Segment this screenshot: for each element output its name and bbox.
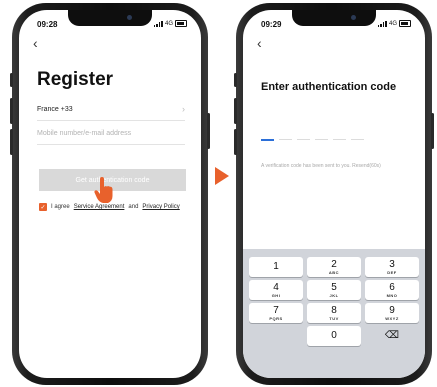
privacy-policy-link[interactable]: Privacy Policy xyxy=(142,204,179,210)
key-6[interactable]: 6 MNO xyxy=(365,280,419,300)
network-label: 4G xyxy=(164,20,173,27)
back-button[interactable]: ‹ xyxy=(33,36,38,50)
country-selector[interactable]: France +33 › xyxy=(37,104,185,121)
key-5[interactable]: 5 JKL xyxy=(307,280,361,300)
mute-switch xyxy=(234,73,237,87)
signal-icon xyxy=(377,20,387,27)
code-digit-slot xyxy=(351,139,364,140)
play-arrow-icon xyxy=(215,167,229,185)
page-title: Enter authentication code xyxy=(261,81,397,93)
key-9[interactable]: 9 WXYZ xyxy=(365,303,419,323)
status-indicators: 4G xyxy=(153,20,187,27)
signal-icon xyxy=(153,20,163,27)
phone-email-input[interactable]: Mobile number/e-mail address xyxy=(37,130,185,145)
code-input[interactable] xyxy=(261,139,364,141)
key-0[interactable]: 0 xyxy=(307,326,361,346)
code-digit-slot xyxy=(315,139,328,140)
key-8[interactable]: 8 TUV xyxy=(307,303,361,323)
battery-icon xyxy=(175,20,187,27)
mute-switch xyxy=(10,73,13,87)
page-title: Register xyxy=(37,69,114,90)
key-3[interactable]: 3 DEF xyxy=(365,257,419,277)
code-digit-slot xyxy=(279,139,292,140)
notch xyxy=(68,10,152,26)
camera-icon xyxy=(127,15,132,20)
auth-screen: 09:29 4G ‹ Enter authentication code A v… xyxy=(243,10,425,378)
phone-frame-auth: 09:29 4G ‹ Enter authentication code A v… xyxy=(234,3,434,385)
key-blank xyxy=(249,326,303,346)
key-2[interactable]: 2 ABC xyxy=(307,257,361,277)
code-digit-slot xyxy=(261,139,274,141)
agree-and: and xyxy=(128,204,139,210)
key-7[interactable]: 7 PQRS xyxy=(249,303,303,323)
register-screen: 09:28 4G ‹ Register France +33 › Mobile … xyxy=(19,10,201,378)
volume-down-button xyxy=(10,129,13,155)
network-label: 4G xyxy=(388,20,397,27)
camera-icon xyxy=(351,15,356,20)
delete-icon[interactable]: ⌫ xyxy=(365,326,419,346)
hand-pointer-icon xyxy=(94,177,113,203)
notch xyxy=(292,10,376,26)
key-1[interactable]: 1 xyxy=(249,257,303,277)
agree-checkbox[interactable]: ✓ xyxy=(39,203,47,211)
key-4[interactable]: 4 GHI xyxy=(249,280,303,300)
power-button xyxy=(431,113,434,149)
battery-icon xyxy=(399,20,411,27)
code-digit-slot xyxy=(333,139,346,140)
back-button[interactable]: ‹ xyxy=(257,36,262,50)
phone-frame-register: 09:28 4G ‹ Register France +33 › Mobile … xyxy=(10,3,210,385)
volume-down-button xyxy=(234,129,237,155)
agree-prefix: I agree xyxy=(51,204,70,210)
volume-up-button xyxy=(234,98,237,124)
status-time: 09:28 xyxy=(37,20,58,29)
code-digit-slot xyxy=(297,139,310,140)
volume-up-button xyxy=(10,98,13,124)
numeric-keypad: 1 2 ABC 3 DEF 4 GHI 5 JKL 6 MNO 7 PQRS 8 TUV 9W… xyxy=(243,249,425,378)
power-button xyxy=(207,113,210,149)
chevron-right-icon: › xyxy=(182,104,185,114)
status-indicators: 4G xyxy=(377,20,411,27)
resend-note[interactable]: A verification code has been sent to you… xyxy=(261,163,381,169)
country-value: France +33 xyxy=(37,106,73,113)
status-time: 09:29 xyxy=(261,20,282,29)
